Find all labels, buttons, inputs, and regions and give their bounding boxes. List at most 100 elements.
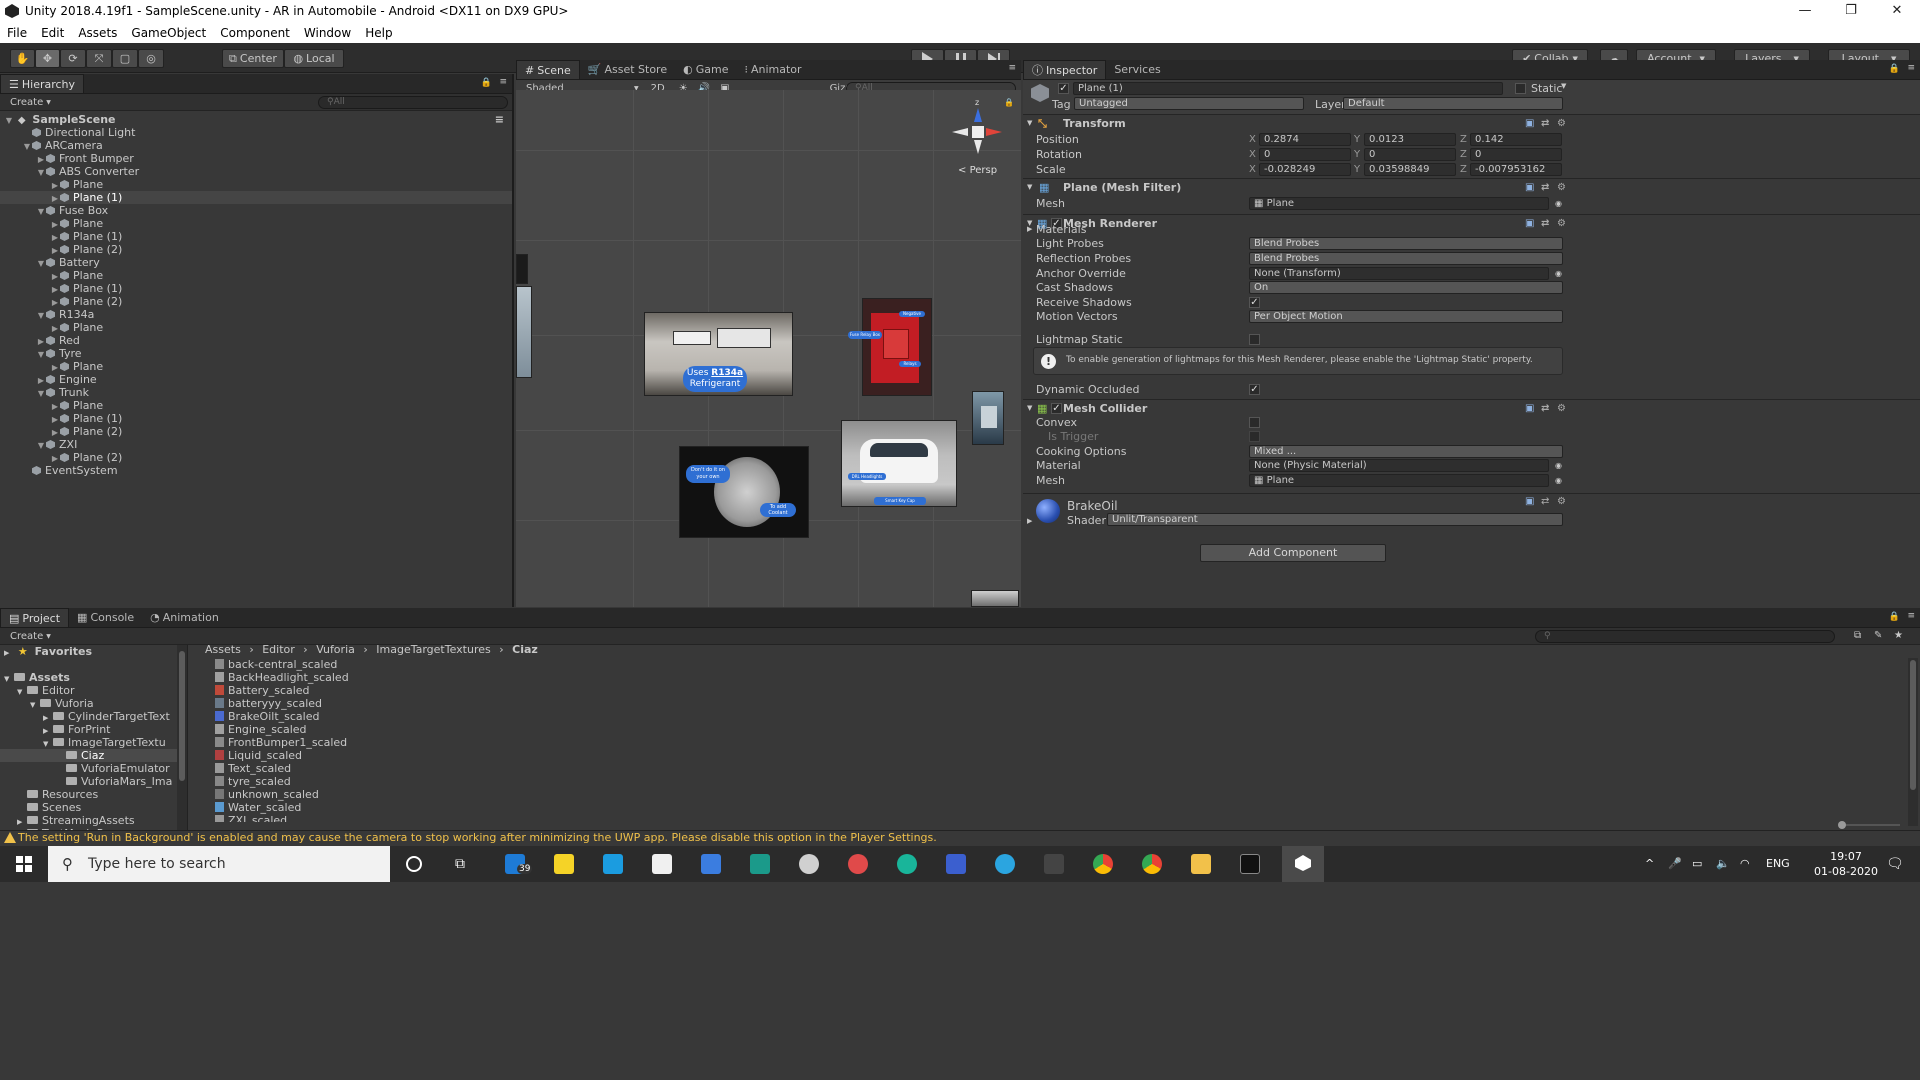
scene-plane-fusebox[interactable]: Negative Relays [862, 298, 932, 396]
hierarchy-item[interactable]: ▶ Plane (2) [0, 243, 512, 256]
help-book-icon[interactable]: ▣ [1525, 179, 1534, 196]
scene-plane-partial[interactable] [516, 286, 532, 378]
zoom-slider[interactable] [1838, 821, 1900, 829]
grammarly-icon[interactable] [897, 854, 917, 874]
project-file-item[interactable]: FrontBumper1_scaled [215, 736, 615, 749]
mesh-field[interactable]: ▦ Plane [1249, 197, 1549, 210]
rotate-tool-button[interactable]: ⟳ [60, 49, 86, 68]
preset-icon[interactable]: ⇄ [1541, 115, 1549, 132]
tab-project[interactable]: ▤ Project [0, 608, 70, 627]
object-name-field[interactable]: Plane (1) [1073, 82, 1503, 95]
receive-shadows-checkbox[interactable]: ✓ [1249, 297, 1260, 308]
object-active-checkbox[interactable]: ✓ [1058, 83, 1069, 94]
tab-asset-store[interactable]: 🛒 Asset Store [580, 60, 675, 79]
project-file-item[interactable]: Engine_scaled [215, 723, 615, 736]
scene-menu-icon[interactable]: ≡ [495, 113, 504, 126]
tab-hierarchy[interactable]: ☰ Hierarchy [0, 74, 85, 93]
project-folder-item[interactable]: Ciaz [0, 749, 187, 762]
language-indicator[interactable]: ENG [1766, 846, 1790, 882]
hierarchy-item[interactable]: ▼ Fuse Box [0, 204, 512, 217]
project-folder-item[interactable]: ▼ Assets [0, 671, 187, 684]
scene-plane-partial[interactable] [516, 254, 528, 284]
gear-icon[interactable]: ⚙ [1557, 179, 1566, 196]
minimize-button[interactable]: — [1782, 0, 1828, 22]
project-file-item[interactable]: BackHeadlight_scaled [215, 671, 615, 684]
project-file-item[interactable]: ZXI_scaled [215, 814, 615, 822]
tab-inspector[interactable]: ⓘ Inspector [1023, 60, 1107, 79]
project-file-item[interactable]: BrakeOilt_scaled [215, 710, 615, 723]
add-component-button[interactable]: Add Component [1200, 544, 1386, 562]
sticky-notes-icon[interactable] [554, 854, 574, 874]
help-book-icon[interactable]: ▣ [1525, 496, 1534, 507]
calendar-icon[interactable] [701, 854, 721, 874]
scene-root-row[interactable]: ▼ ◆ SampleScene ≡ [0, 113, 512, 126]
scale-tool-button[interactable]: ⤧ [86, 49, 112, 68]
panel-menu-icon[interactable]: ≡ [1907, 611, 1915, 621]
hierarchy-item[interactable]: ▶ Plane (2) [0, 425, 512, 438]
tab-console[interactable]: ▦ Console [69, 608, 142, 627]
cast-shadows-dropdown[interactable]: On [1249, 281, 1563, 294]
transform-y-field[interactable]: 0 [1364, 148, 1456, 161]
maximize-button[interactable]: ❐ [1828, 0, 1874, 22]
project-folder-item[interactable]: ▶ StreamingAssets [0, 814, 187, 827]
lock-icon[interactable]: 🔒 [481, 78, 492, 88]
lightmap-static-checkbox[interactable] [1249, 334, 1260, 345]
pivot-local-button[interactable]: ◍ Local [284, 49, 344, 68]
teams-icon[interactable] [946, 854, 966, 874]
menu-gameobject[interactable]: GameObject [124, 26, 213, 40]
battery-icon[interactable]: ▭ [1692, 846, 1702, 882]
start-button[interactable] [0, 846, 48, 882]
gear-icon[interactable]: ⚙ [1557, 115, 1566, 132]
motion-vectors-dropdown[interactable]: Per Object Motion [1249, 310, 1563, 323]
project-folder-item[interactable]: Scenes [0, 801, 187, 814]
transform-tool-button[interactable]: ◎ [138, 49, 164, 68]
mesh-collider-header[interactable]: ▼ ▦ ✓ Mesh Collider ▣ ⇄ ⚙ [1023, 399, 1920, 416]
rect-tool-button[interactable]: ▢ [112, 49, 138, 68]
menu-help[interactable]: Help [358, 26, 399, 40]
persp-label[interactable]: < Persp [958, 165, 997, 176]
scene-plane-radiator-cap[interactable]: Don't do it on your own To add Coolant [679, 446, 809, 538]
taskbar-search-input[interactable]: ⚲ Type here to search [48, 846, 390, 882]
shader-dropdown[interactable]: Unlit/Transparent [1107, 513, 1563, 526]
hierarchy-item[interactable]: ▼ R134a [0, 308, 512, 321]
static-checkbox[interactable] [1515, 83, 1526, 94]
transform-x-field[interactable]: -0.028249 [1259, 163, 1351, 176]
wifi-icon[interactable]: ◠ [1740, 846, 1750, 882]
task-view-icon[interactable]: ⧉ [455, 856, 465, 872]
transform-x-field[interactable]: 0 [1259, 148, 1351, 161]
scene-orientation-gizmo[interactable]: z [948, 98, 1010, 156]
project-file-item[interactable]: Battery_scaled [215, 684, 615, 697]
object-picker-icon[interactable]: ◉ [1555, 266, 1562, 281]
hierarchy-item[interactable]: ▶ Red [0, 334, 512, 347]
expand-arrow-icon[interactable]: ▶ [4, 647, 14, 660]
transform-z-field[interactable]: -0.007953162 [1470, 163, 1562, 176]
mesh-filter-header[interactable]: ▼ ▦ Plane (Mesh Filter) ▣ ⇄ ⚙ [1023, 178, 1920, 195]
tree-scrollbar-thumb[interactable] [179, 651, 185, 781]
breadcrumb-editor[interactable]: Editor [262, 643, 295, 656]
project-folder-item[interactable]: ▼ Vuforia [0, 697, 187, 710]
hierarchy-item[interactable]: ▶ Plane (1) [0, 191, 512, 204]
project-folder-item[interactable]: Resources [0, 788, 187, 801]
project-search-input[interactable]: ⚲ [1535, 630, 1835, 643]
cooking-options-dropdown[interactable]: Mixed ... [1249, 445, 1563, 458]
transform-z-field[interactable]: 0.142 [1470, 133, 1562, 146]
project-folder-item[interactable]: ▶ CylinderTargetText [0, 710, 187, 723]
status-bar[interactable]: The setting 'Run in Background' is enabl… [0, 830, 1920, 845]
menu-edit[interactable]: Edit [34, 26, 71, 40]
hierarchy-item[interactable]: ▼ ZXI [0, 438, 512, 451]
hierarchy-search-input[interactable]: ⚲All [318, 96, 508, 109]
hierarchy-item[interactable]: ▶ Plane [0, 399, 512, 412]
static-dropdown-icon[interactable]: ▼ [1561, 82, 1566, 90]
project-file-item[interactable]: unknown_scaled [215, 788, 615, 801]
project-folder-item[interactable]: ▼ ImageTargetTextu [0, 736, 187, 749]
scene-plane-small[interactable] [972, 391, 1004, 445]
lock-icon[interactable]: 🔒 [1889, 612, 1900, 622]
scene-plane-r134a[interactable]: Uses R134a Refrigerant [644, 312, 793, 396]
zoom-slider-knob[interactable] [1838, 821, 1846, 829]
cortana-icon[interactable] [406, 856, 422, 872]
collider-mesh-field[interactable]: ▦ Plane [1249, 474, 1549, 487]
hierarchy-item[interactable]: ▶ Plane (2) [0, 451, 512, 464]
project-folder-item[interactable]: VuforiaMars_Ima [0, 775, 187, 788]
lock-icon[interactable]: 🔒 [1889, 64, 1900, 74]
tab-animator[interactable]: ⁝ Animator [736, 60, 809, 79]
